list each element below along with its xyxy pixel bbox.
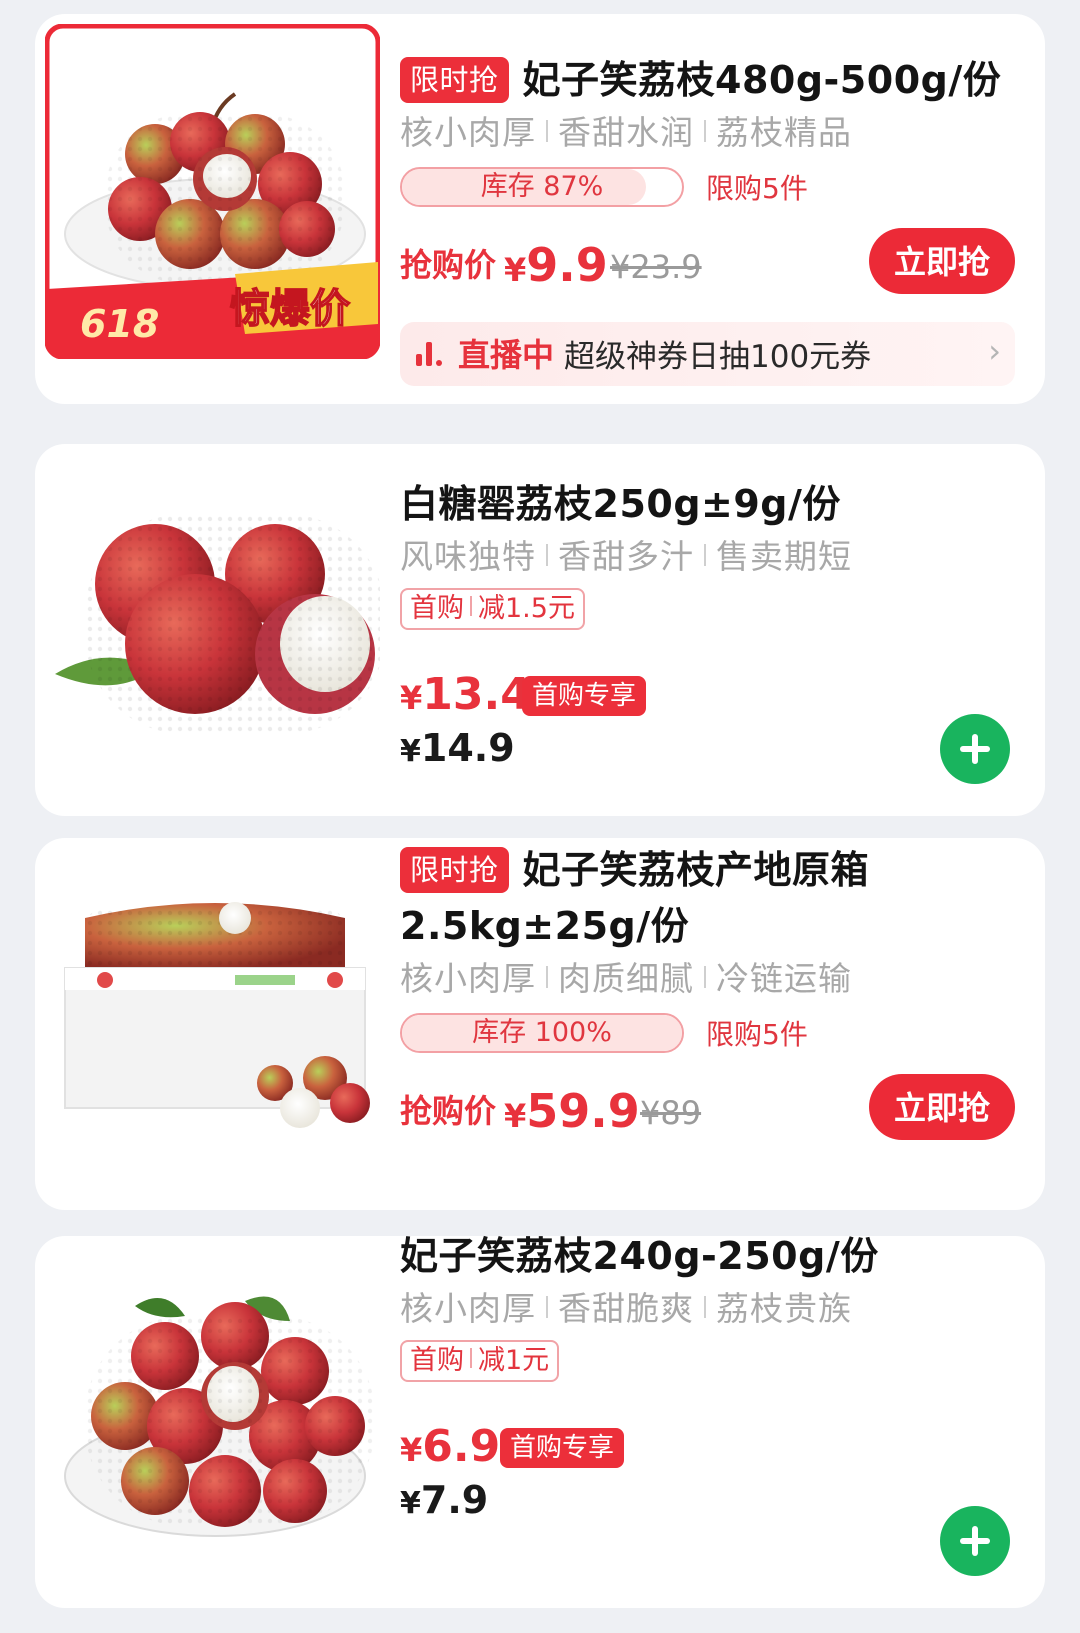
feature-3: 售卖期短 <box>716 537 852 576</box>
feature-divider <box>704 966 706 988</box>
buy-now-button[interactable]: 立即抢 <box>869 1074 1015 1140</box>
stock-progress-bar: 库存 87% <box>400 167 684 207</box>
feature-divider <box>704 1296 706 1318</box>
flash-price: ¥59.9 <box>504 1084 640 1138</box>
product-card[interactable]: 限时抢 妃子笑荔枝产地原箱 2.5kg±25g/份 核小肉厚 肉质细腻 冷链运输 库存… <box>35 838 1045 1210</box>
product-title[interactable]: 限时抢 妃子笑荔枝480g-500g/份 <box>400 54 1015 106</box>
product-features: 核小肉厚 香甜水润 荔枝精品 <box>400 110 1015 156</box>
buy-now-button[interactable]: 立即抢 <box>869 228 1015 294</box>
product-features: 核小肉厚 肉质细腻 冷链运输 <box>400 956 1015 1002</box>
feature-divider <box>704 544 706 566</box>
feature-2: 香甜脆爽 <box>558 1289 694 1328</box>
feature-3: 荔枝贵族 <box>716 1289 852 1328</box>
first-purchase-coupon: 首购 减1元 <box>400 1340 560 1382</box>
product-title[interactable]: 限时抢 妃子笑荔枝产地原箱 <box>400 844 1015 896</box>
original-price: ¥23.9 <box>610 248 702 286</box>
feature-2: 香甜多汁 <box>558 537 694 576</box>
flash-sale-tag: 限时抢 <box>400 847 509 893</box>
purchase-limit: 限购5件 <box>706 1018 808 1051</box>
live-stream-banner[interactable]: 直播中 超级神券日抽100元券 › <box>400 322 1015 386</box>
product-features: 风味独特 香甜多汁 售卖期短 <box>400 534 1015 580</box>
price-row: 抢购价 ¥9.9 ¥23.9 立即抢 <box>400 220 1015 298</box>
member-price-row: ¥13.4 首购专享 <box>400 660 1015 724</box>
feature-2: 香甜水润 <box>558 113 694 152</box>
first-purchase-tag: 首购专享 <box>500 1428 625 1468</box>
chevron-right-icon: › <box>988 332 1001 370</box>
lychee-plate-image <box>64 1296 375 1537</box>
add-to-cart-button[interactable] <box>940 714 1010 784</box>
feature-1: 核小肉厚 <box>400 959 536 998</box>
original-price: ¥89 <box>640 1094 702 1132</box>
feature-2: 肉质细腻 <box>558 959 694 998</box>
feature-divider <box>546 1296 548 1318</box>
regular-price: ¥7.9 <box>400 1478 489 1522</box>
coupon-value: 减1.5元 <box>478 593 575 624</box>
promo-badge-text: 惊爆价 <box>230 286 350 332</box>
flash-price-label: 抢购价 <box>400 246 497 284</box>
product-card[interactable]: 618 惊爆价 限时抢 妃子笑荔枝480g-500g/份 核小肉厚 香甜水润 荔枝精品… <box>35 14 1045 404</box>
feature-3: 冷链运输 <box>716 959 852 998</box>
live-label: 直播中 <box>458 336 555 374</box>
stock-row: 库存 87% 限购5件 <box>400 164 1015 210</box>
feature-divider <box>704 120 706 142</box>
product-features: 核小肉厚 香甜脆爽 荔枝贵族 <box>400 1286 1015 1332</box>
feature-divider <box>546 544 548 566</box>
purchase-limit: 限购5件 <box>706 172 808 205</box>
price-row: 抢购价 ¥59.9 ¥89 立即抢 <box>400 1066 1015 1144</box>
feature-3: 荔枝精品 <box>716 113 852 152</box>
coupon-type: 首购 <box>410 1345 464 1376</box>
product-title[interactable]: 妃子笑荔枝240g-250g/份 <box>400 1230 1015 1282</box>
first-purchase-coupon: 首购 减1.5元 <box>400 588 585 630</box>
product-title[interactable]: 白糖罂荔枝250g±9g/份 <box>400 478 1015 530</box>
first-purchase-price: ¥13.4 <box>400 669 531 720</box>
add-to-cart-button[interactable] <box>940 1506 1010 1576</box>
product-title-text: 妃子笑荔枝480g-500g/份 <box>522 58 1002 102</box>
live-signal-icon <box>416 342 442 366</box>
feature-divider <box>546 120 548 142</box>
product-title-line1: 妃子笑荔枝产地原箱 <box>522 848 870 892</box>
stock-progress-bar: 库存 100% <box>400 1013 684 1053</box>
lychee-plate-image: 618 惊爆价 <box>44 23 381 360</box>
product-image[interactable] <box>45 1276 380 1611</box>
feature-divider <box>546 966 548 988</box>
flash-price: ¥9.9 <box>504 238 608 292</box>
lychee-image <box>55 514 385 734</box>
flash-sale-tag: 限时抢 <box>400 57 509 103</box>
product-image[interactable] <box>45 878 380 1213</box>
first-purchase-tag: 首购专享 <box>522 676 647 716</box>
regular-price: ¥14.9 <box>400 726 515 770</box>
feature-1: 核小肉厚 <box>400 1289 536 1328</box>
stock-row: 库存 100% 限购5件 <box>400 1010 1015 1056</box>
event-badge-text: 618 <box>80 302 159 346</box>
coupon-type: 首购 <box>410 593 464 624</box>
product-image[interactable]: 618 惊爆价 <box>44 23 381 360</box>
product-title-line2[interactable]: 2.5kg±25g/份 <box>400 900 1015 952</box>
feature-1: 核小肉厚 <box>400 113 536 152</box>
coupon-value: 减1元 <box>478 1345 550 1376</box>
product-image[interactable] <box>45 474 385 809</box>
feature-1: 风味独特 <box>400 537 536 576</box>
product-card[interactable]: 妃子笑荔枝240g-250g/份 核小肉厚 香甜脆爽 荔枝贵族 首购 减1元 ¥6.9… <box>35 1234 1045 1611</box>
lychee-box-image <box>64 902 370 1128</box>
first-purchase-price: ¥6.9 <box>400 1421 501 1472</box>
member-price-row: ¥6.9 首购专享 <box>400 1412 1015 1476</box>
flash-price-label: 抢购价 <box>400 1092 497 1130</box>
stock-text: 库存 87% <box>480 171 604 202</box>
live-description: 超级神券日抽100元券 <box>564 339 872 375</box>
product-card[interactable]: 白糖罂荔枝250g±9g/份 风味独特 香甜多汁 售卖期短 首购 减1.5元 ¥13.… <box>35 444 1045 816</box>
stock-text: 库存 100% <box>472 1017 612 1048</box>
